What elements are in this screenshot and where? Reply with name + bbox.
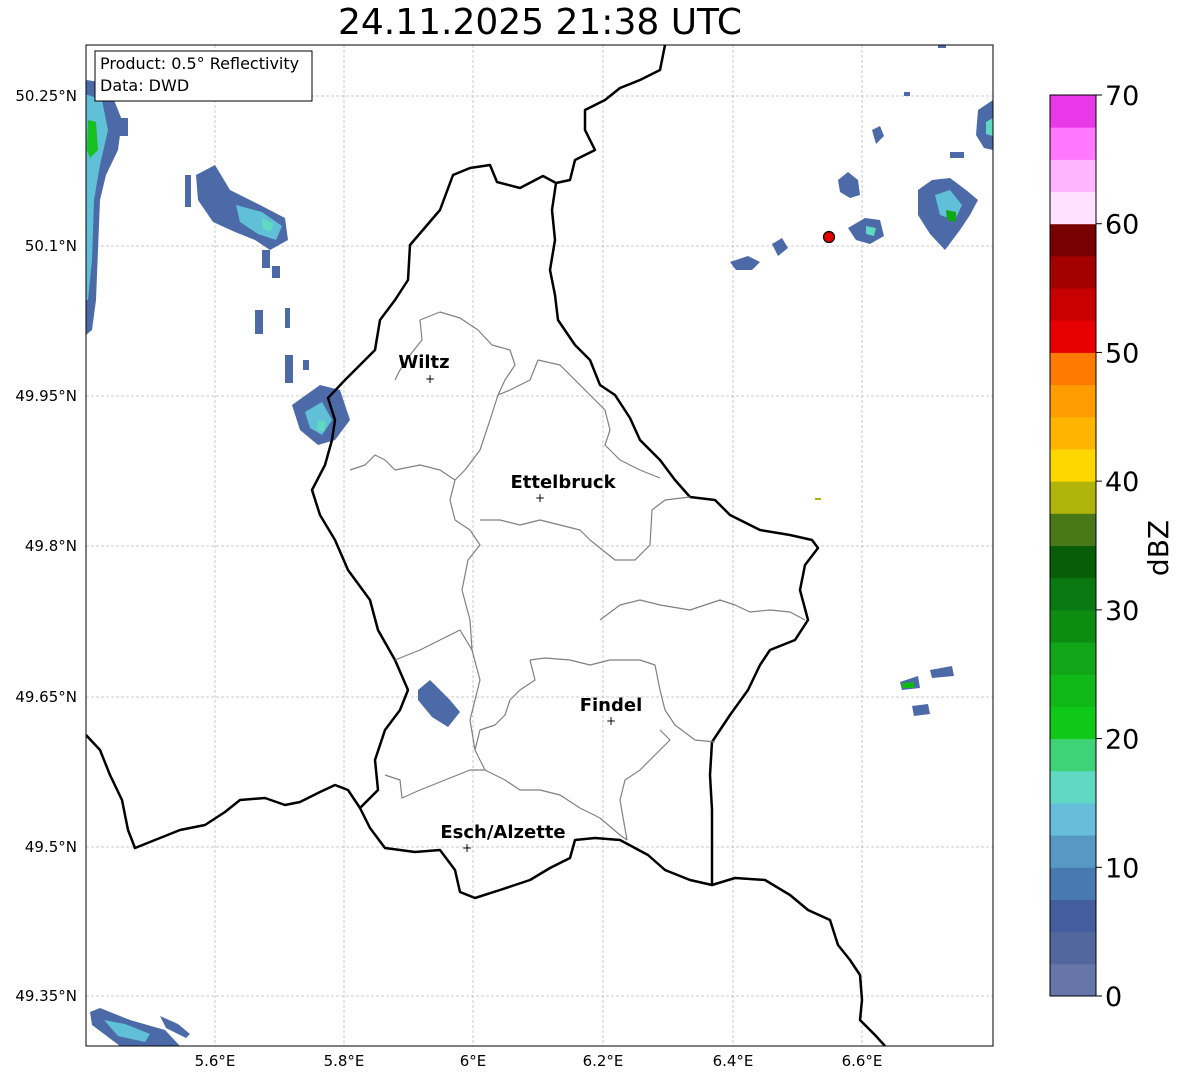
colorbar-band [1050, 577, 1096, 611]
info-box: Product: 0.5° Reflectivity Data: DWD [94, 50, 313, 102]
echo-cell [904, 92, 910, 96]
colorbar-label: dBZ [1142, 520, 1175, 576]
colorbar-band [1050, 320, 1096, 353]
echo-cell [272, 266, 280, 278]
colorbar-ticks: 0 10 20 30 40 50 60 70 [1096, 81, 1139, 1013]
colorbar-band [1050, 513, 1096, 546]
radar-map: 50.25°N 50.1°N 49.95°N 49.8°N 49.65°N 49… [15, 44, 1175, 1070]
colorbar-band [1050, 95, 1096, 128]
colorbar-band [1050, 642, 1096, 675]
city-label: Wiltz [398, 352, 449, 373]
colorbar-tick-label: 0 [1105, 982, 1122, 1013]
colorbar-band [1050, 770, 1096, 804]
lat-label: 49.35°N [15, 987, 77, 1005]
lat-label: 49.65°N [15, 688, 77, 706]
colorbar-band [1050, 448, 1096, 482]
city-marker-icon: + [535, 491, 545, 505]
echo-cell [120, 118, 128, 136]
echo-cell [815, 498, 821, 500]
colorbar-band [1050, 127, 1096, 160]
colorbar-tick-label: 60 [1105, 210, 1139, 241]
echo-cell [262, 250, 270, 268]
colorbar-band [1050, 931, 1096, 965]
colorbar-band [1050, 674, 1096, 707]
colorbar-band [1050, 545, 1096, 579]
lon-label: 6.6°E [842, 1052, 883, 1070]
echo-cell [902, 682, 914, 688]
colorbar-band [1050, 223, 1096, 257]
colorbar-tick-label: 40 [1105, 467, 1139, 498]
colorbar-tick-label: 70 [1105, 81, 1139, 112]
lon-label: 6°E [460, 1052, 487, 1070]
lon-label: 5.8°E [324, 1052, 365, 1070]
colorbar-band [1050, 802, 1096, 836]
colorbar-band [1050, 481, 1096, 514]
echo-cell [303, 360, 309, 370]
echo-cell [255, 310, 263, 334]
city-marker-icon: + [425, 372, 435, 386]
colorbar-tick-label: 10 [1105, 853, 1139, 884]
colorbar-bands [1050, 95, 1096, 997]
echo-cell [950, 152, 964, 158]
colorbar-band [1050, 159, 1096, 193]
colorbar-band [1050, 255, 1096, 289]
product-label: Product: 0.5° Reflectivity [100, 54, 299, 73]
lat-label: 50.25°N [15, 87, 77, 105]
colorbar-band [1050, 706, 1096, 740]
city-marker-icon: + [462, 841, 472, 855]
echo-cell [285, 355, 293, 383]
colorbar-band [1050, 191, 1096, 225]
colorbar: 0 10 20 30 40 50 60 70 dBZ [1049, 81, 1175, 1013]
colorbar-tick-label: 50 [1105, 338, 1139, 369]
colorbar-band [1050, 416, 1096, 450]
lat-label: 49.8°N [25, 537, 77, 555]
lon-label: 5.6°E [195, 1052, 236, 1070]
echo-cell [185, 175, 191, 207]
colorbar-tick-label: 30 [1105, 596, 1139, 627]
lat-label: 50.1°N [25, 237, 77, 255]
echo-cell [285, 308, 290, 328]
colorbar-band [1050, 288, 1096, 321]
lat-label: 49.95°N [15, 387, 77, 405]
colorbar-tick-label: 20 [1105, 725, 1139, 756]
colorbar-band [1050, 384, 1096, 418]
city-label: Findel [580, 695, 643, 716]
echo-cell [912, 704, 930, 716]
lon-label: 6.4°E [713, 1052, 754, 1070]
city-label: Esch/Alzette [440, 822, 565, 843]
longitude-labels: 5.6°E 5.8°E 6°E 6.2°E 6.4°E 6.6°E [195, 1052, 883, 1070]
colorbar-band [1050, 867, 1096, 900]
radar-site-marker [822, 230, 836, 244]
lat-label: 49.5°N [25, 838, 77, 856]
colorbar-band [1050, 609, 1096, 643]
colorbar-band [1050, 899, 1096, 933]
colorbar-band [1050, 963, 1096, 997]
lon-label: 6.2°E [583, 1052, 624, 1070]
latitude-labels: 50.25°N 50.1°N 49.95°N 49.8°N 49.65°N 49… [15, 87, 77, 1005]
city-label: Ettelbruck [510, 472, 616, 493]
data-source-label: Data: DWD [100, 76, 189, 95]
city-marker-icon: + [606, 714, 616, 728]
colorbar-band [1050, 352, 1096, 386]
colorbar-band [1050, 835, 1096, 868]
colorbar-band [1050, 738, 1096, 772]
